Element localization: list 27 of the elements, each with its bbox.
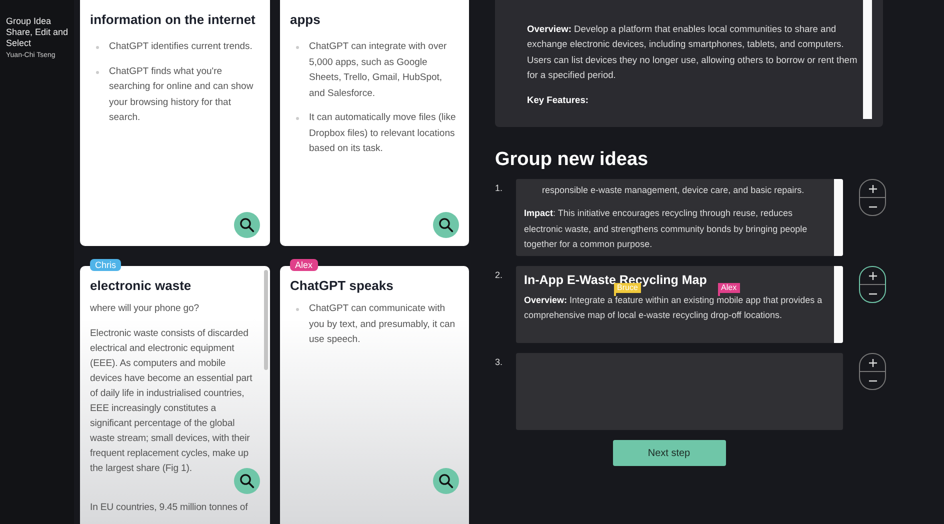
section-heading: Group new ideas bbox=[495, 149, 650, 171]
collaborator-cursor: Bruce bbox=[614, 283, 641, 296]
bullet-text: It can automatically move files (like Dropbox files) to relevant locations based on its task. bbox=[309, 111, 457, 156]
idea-text: Overview: Integrate a feature within an existing mobile app that provides a comprehensive map of local e-waste recycling drop-off locations. bbox=[524, 294, 824, 322]
card-title: ChatGPT speaks bbox=[290, 278, 394, 293]
card-title: information on the internet bbox=[90, 12, 256, 27]
bullet-text: ChatGPT can communicate with you by text, and presumably, it can use speech. bbox=[309, 302, 456, 347]
author-tag: Alex bbox=[290, 259, 318, 271]
card-paragraph: In EU countries, 9.45 million tonnes of bbox=[90, 501, 249, 515]
section-label: Key Features: bbox=[527, 94, 590, 108]
list-number: 2. bbox=[495, 269, 504, 282]
next-step-button[interactable]: Next step bbox=[612, 440, 726, 466]
video-title: Group Idea Share, Edit and Select bbox=[6, 16, 70, 49]
list-number: 3. bbox=[495, 356, 504, 369]
author-tag: Chris bbox=[90, 259, 122, 271]
card-paragraph: Electronic waste consists of discarded electrical and electronic equipment (EEE). As computers and mobile devices have become an essential part of daily life in industrialised countries, EEE increasingly constitutes a significant percentage of the global waste stream; small devices, with their frequent replacement cycles, make up the largest share (Fig 1). bbox=[90, 327, 254, 476]
idea-text: responsible e-waste management, device care, and basic repairs. bbox=[541, 184, 806, 197]
card-paragraph: where will your phone go? bbox=[90, 302, 200, 316]
list-number: 1. bbox=[495, 182, 504, 195]
bullet-text: ChatGPT identifies current trends. bbox=[109, 40, 252, 54]
idea-overview: Overview: Develop a platform that enables local communities to share and exchange electronic devices, including smartphones, tablets, and computers. Users can list devices they no longer use, allowing others to borrow or rent them for a specified period. bbox=[527, 23, 858, 82]
card-title: apps bbox=[290, 12, 322, 27]
bullet-text: ChatGPT finds what you're searching for online and can show your browsing history for that search. bbox=[109, 64, 254, 125]
bullet-text: ChatGPT can integrate with over 5,000 apps, such as Google Sheets, Trello, Gmail, HubSpot, and Salesforce. bbox=[309, 40, 448, 100]
card-title: electronic waste bbox=[90, 278, 192, 293]
collaborator-cursor: Alex bbox=[718, 283, 740, 296]
idea-text: Impact: This initiative encourages recycling through reuse, reduces electronic waste, and strengthens community bonds by bringing people together for a common purpose. bbox=[524, 207, 808, 251]
